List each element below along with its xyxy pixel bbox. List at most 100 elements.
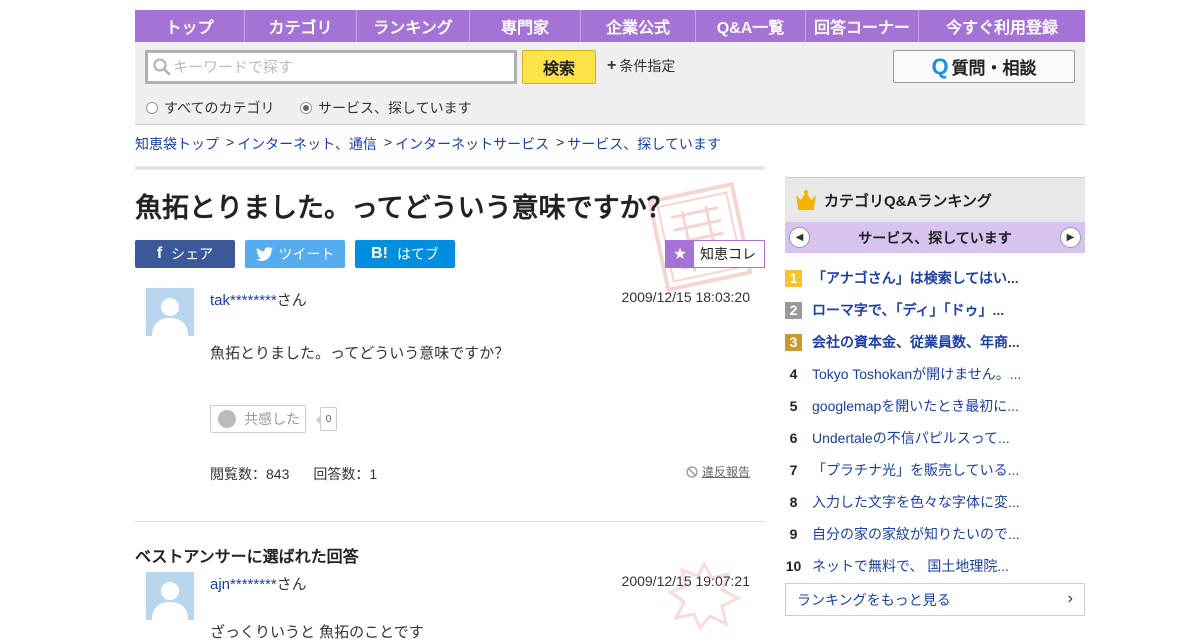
- scope-current-radio[interactable]: サービス、探しています: [300, 98, 472, 118]
- user-suffix: さん: [276, 576, 307, 593]
- ranking-item[interactable]: 5 googlemapを開いたとき最初に...: [785, 390, 1085, 422]
- empathy-count: 0: [316, 407, 337, 431]
- ranking-link[interactable]: ネットで無料で、 国土地理院...: [812, 556, 1009, 576]
- radio-checked-icon: [300, 102, 312, 114]
- rank-number: 8: [789, 494, 798, 510]
- nav-answer-corner[interactable]: 回答コーナー: [806, 10, 919, 42]
- scope-all-radio[interactable]: すべてのカテゴリ: [146, 98, 274, 118]
- ranking-link[interactable]: ローマ字で、「ディ」「ドゥ」...: [812, 300, 1004, 320]
- best-answer-stamp-icon: [666, 560, 742, 630]
- ranking-link[interactable]: 会社の資本金、従業員数、年商...: [812, 332, 1020, 352]
- question-user: tak********さん: [210, 289, 307, 310]
- nav-register[interactable]: 今すぐ利用登録: [919, 10, 1085, 42]
- facebook-share-button[interactable]: f シェア: [135, 240, 235, 268]
- answer-date: 2009/12/15 19:07:21: [621, 573, 750, 589]
- nav-top[interactable]: トップ: [135, 10, 245, 42]
- rank-number: 7: [789, 462, 798, 478]
- view-count: 閲覧数：843: [210, 466, 290, 482]
- scope-all-label: すべてのカテゴリ: [164, 100, 275, 116]
- collect-button[interactable]: ★ 知恵コレ: [665, 240, 765, 268]
- nav-official[interactable]: 企業公式: [581, 10, 696, 42]
- report-link[interactable]: 違反報告: [686, 463, 750, 480]
- nav-experts[interactable]: 専門家: [470, 10, 581, 42]
- ranking-item[interactable]: 8 入力した文字を色々な字体に変...: [785, 486, 1085, 518]
- page-title: 魚拓とりました。ってどういう意味ですか？: [135, 193, 674, 223]
- ranking-item[interactable]: 4 Tokyo Toshokanが開けません。...: [785, 358, 1085, 390]
- ranking-link[interactable]: 自分の家の家紋が知りたいので...: [812, 524, 1020, 544]
- search-panel: 検索 + 条件指定 Q 質問・相談 すべてのカテゴリ サービス、探しています: [135, 42, 1085, 125]
- next-arrow-icon[interactable]: ▶: [1060, 227, 1081, 248]
- more-ranking-label: ランキングをもっと見る: [797, 591, 951, 608]
- chevron-right-icon: ›: [1067, 590, 1073, 607]
- hatena-bookmark-button[interactable]: B! はてブ: [355, 240, 455, 268]
- nav-category[interactable]: カテゴリ: [245, 10, 357, 42]
- breadcrumb-separator: >: [226, 134, 235, 150]
- twitter-share-button[interactable]: ツイート: [245, 240, 345, 268]
- nav-qa-list[interactable]: Q&A一覧: [696, 10, 806, 42]
- ranking-link[interactable]: 「アナゴさん」は検索してはい...: [812, 268, 1019, 288]
- answer-user-id[interactable]: ajn********: [210, 576, 277, 593]
- ranking-item[interactable]: 2 ローマ字で、「ディ」「ドゥ」...: [785, 294, 1085, 326]
- user-silhouette-icon: [152, 298, 188, 336]
- rank-number: 6: [789, 430, 798, 446]
- ask-question-button[interactable]: Q 質問・相談: [893, 50, 1075, 83]
- more-ranking-link[interactable]: ランキングをもっと見る ›: [785, 583, 1085, 616]
- condition-label: 条件指定: [619, 58, 676, 74]
- user-silhouette-icon: [152, 582, 188, 620]
- breadcrumb-item[interactable]: インターネット、通信: [237, 134, 377, 154]
- question-body: 魚拓とりました。ってどういう意味ですか？: [210, 345, 510, 362]
- breadcrumb-item[interactable]: 知恵袋トップ: [135, 134, 219, 154]
- ranking-link[interactable]: Undertaleの不信パピルスって...: [812, 428, 1010, 448]
- star-icon: ★: [666, 241, 694, 267]
- crown-icon: [796, 190, 816, 210]
- rank-number: 1: [785, 269, 802, 287]
- search-input[interactable]: [173, 54, 493, 80]
- ranking-item[interactable]: 1 「アナゴさん」は検索してはい...: [785, 262, 1085, 294]
- twitter-bird-icon: [255, 247, 273, 261]
- q-icon: Q: [931, 53, 949, 79]
- ranking-header: カテゴリQ&Aランキング: [785, 177, 1085, 222]
- empathy-button[interactable]: 共感した: [210, 405, 306, 433]
- ranking-item[interactable]: 9 自分の家の家紋が知りたいので...: [785, 518, 1085, 550]
- ask-label: 質問・相談: [951, 59, 1037, 78]
- breadcrumb-item[interactable]: インターネットサービス: [395, 134, 549, 154]
- avatar[interactable]: [146, 572, 194, 620]
- hatena-label: はてブ: [396, 246, 439, 262]
- ranking-item[interactable]: 6 Undertaleの不信パピルスって...: [785, 422, 1085, 454]
- ranking-item[interactable]: 7 「プラチナ光」を販売している...: [785, 454, 1085, 486]
- breadcrumb: 知恵袋トップ > インターネット、通信 > インターネットサービス > サービス…: [135, 134, 721, 154]
- question-stats: 閲覧数：843 回答数：1: [210, 464, 401, 484]
- scope-current-label: サービス、探しています: [318, 100, 472, 116]
- search-box: [145, 50, 517, 84]
- rank-number: 4: [789, 366, 798, 382]
- rank-number: 3: [785, 333, 802, 351]
- question-date: 2009/12/15 18:03:20: [621, 289, 750, 305]
- ranking-link[interactable]: 「プラチナ光」を販売している...: [812, 460, 1019, 480]
- prev-arrow-icon[interactable]: ◀: [789, 227, 810, 248]
- ranking-link[interactable]: Tokyo Toshokanが開けません。...: [812, 364, 1021, 384]
- ranking-item[interactable]: 3 会社の資本金、従業員数、年商...: [785, 326, 1085, 358]
- facebook-icon: f: [156, 245, 163, 262]
- best-answer-heading: ベストアンサーに選ばれた回答: [135, 549, 359, 566]
- answer-count: 回答数：1: [313, 466, 378, 482]
- answer-body: ざっくりいうと 魚拓のことです: [210, 624, 424, 641]
- breadcrumb-item[interactable]: サービス、探しています: [567, 134, 721, 154]
- avatar[interactable]: [146, 288, 194, 336]
- search-button[interactable]: 検索: [522, 50, 596, 84]
- nav-ranking[interactable]: ランキング: [357, 10, 470, 42]
- smile-icon: [218, 410, 236, 428]
- ranking-link[interactable]: googlemapを開いたとき最初に...: [812, 396, 1019, 416]
- breadcrumb-separator: >: [383, 134, 393, 150]
- radio-icon: [146, 102, 158, 114]
- ranking-link[interactable]: 入力した文字を色々な字体に変...: [812, 492, 1020, 512]
- twitter-share-label: ツイート: [278, 246, 335, 262]
- rank-number: 5: [789, 398, 798, 414]
- report-label: 違反報告: [702, 465, 751, 479]
- question-user-id[interactable]: tak********: [210, 292, 277, 309]
- user-suffix: さん: [276, 292, 307, 309]
- prohibited-icon: [686, 465, 698, 478]
- condition-link[interactable]: + 条件指定: [607, 56, 675, 76]
- breadcrumb-separator: >: [556, 134, 565, 150]
- ranking-list: 1 「アナゴさん」は検索してはい... 2 ローマ字で、「ディ」「ドゥ」... 3会…: [785, 262, 1085, 582]
- ranking-item[interactable]: 10 ネットで無料で、 国土地理院...: [785, 550, 1085, 582]
